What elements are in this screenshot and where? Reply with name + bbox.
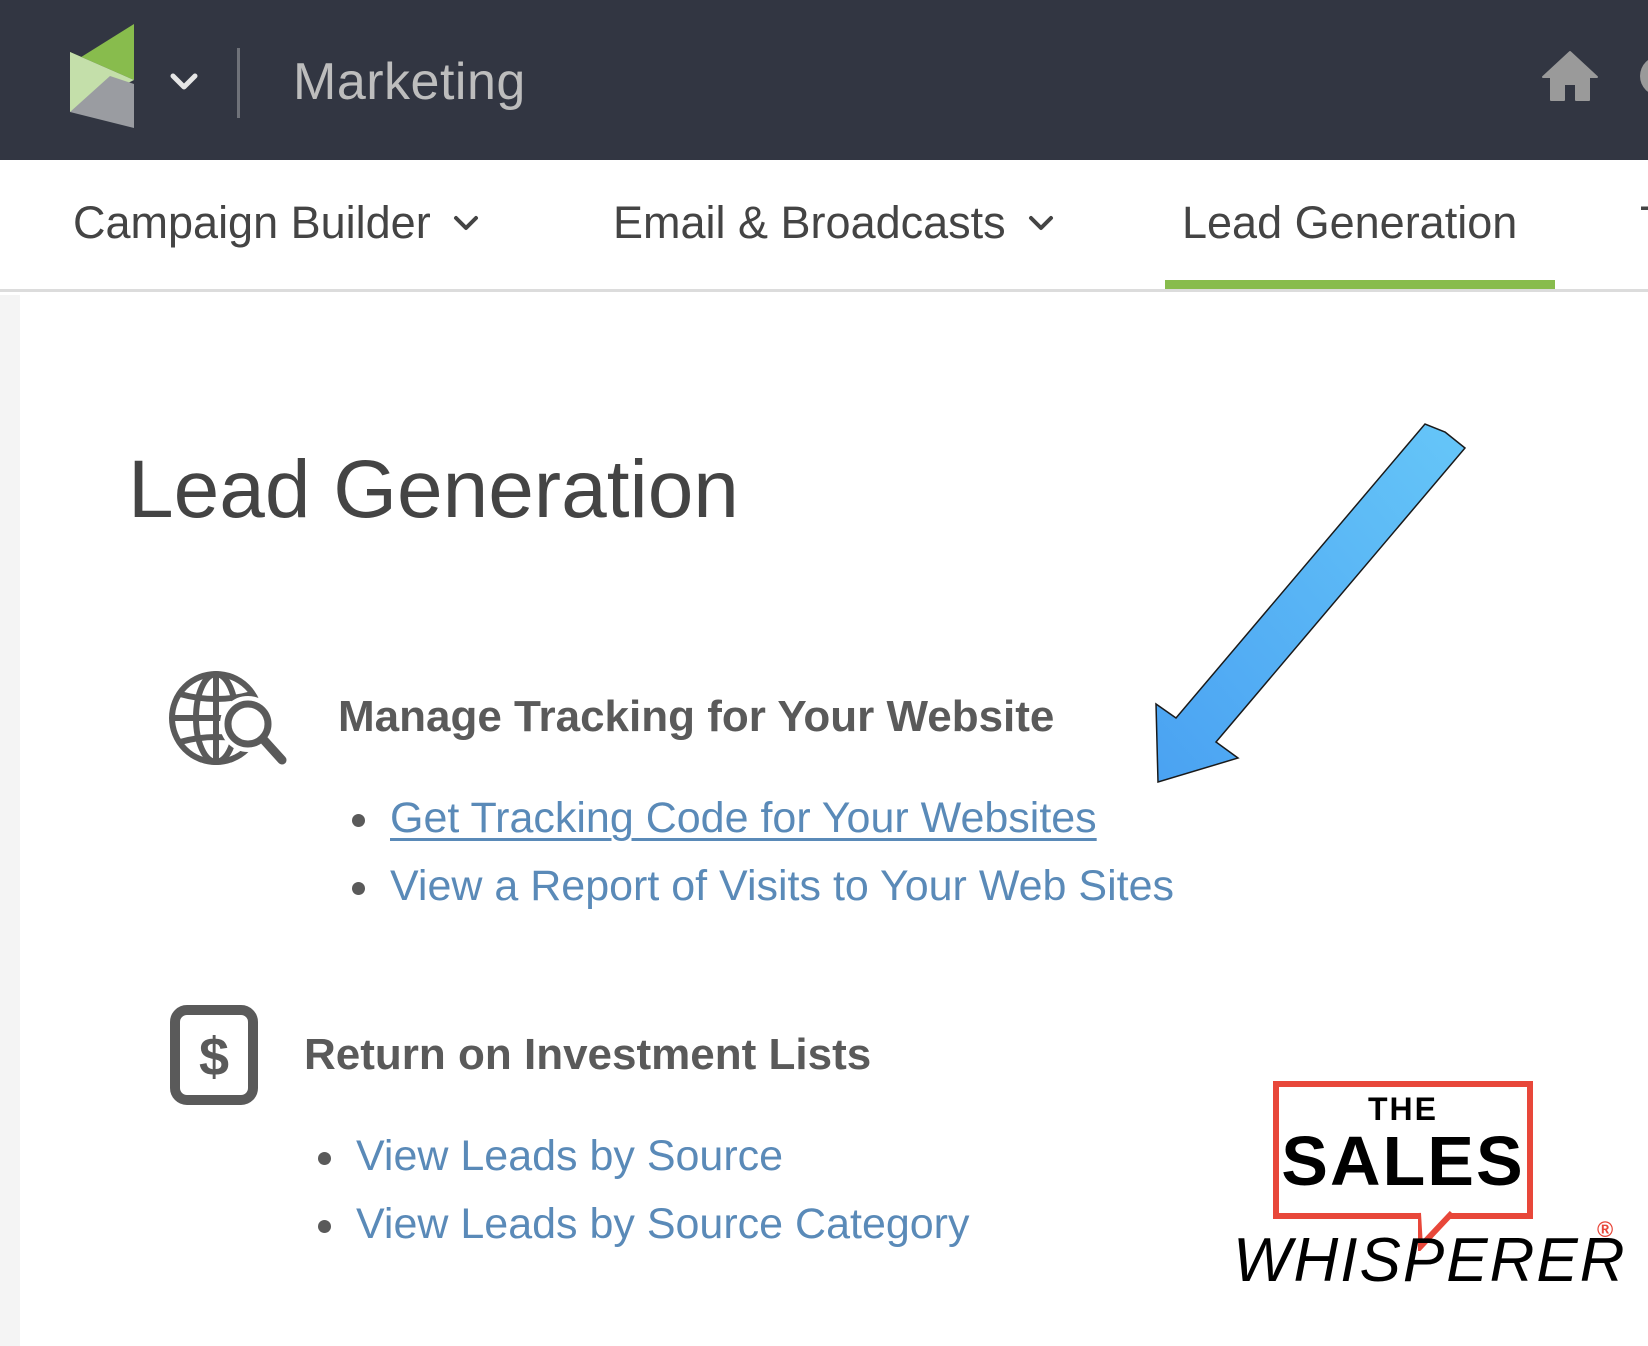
logo-text-sales: SALES	[1281, 1122, 1525, 1200]
brand-logo-icon[interactable]	[70, 24, 138, 128]
registered-mark: ®	[1597, 1217, 1614, 1242]
chevron-down-icon	[453, 216, 478, 230]
app-title: Marketing	[293, 53, 526, 111]
tab-label: T	[1640, 197, 1648, 249]
annotation-arrow-icon	[1155, 423, 1467, 784]
section-heading-roi: Return on Investment Lists	[304, 1030, 872, 1079]
dollar-icon: $	[170, 1005, 258, 1105]
roi-links: View Leads by Source View Leads by Sourc…	[318, 1122, 970, 1258]
get-tracking-code-link[interactable]: Get Tracking Code for Your Websites	[390, 794, 1097, 842]
visits-report-link[interactable]: View a Report of Visits to Your Web Site…	[390, 862, 1174, 910]
nav-tabbar: Campaign Builder Email & Broadcasts Lead…	[0, 160, 1648, 292]
globe-search-icon	[169, 671, 287, 765]
bullet	[318, 1152, 331, 1165]
sales-whisperer-logo: THE SALES WHISPERER ®	[1225, 1075, 1625, 1305]
active-tab-indicator	[1165, 280, 1555, 289]
tracking-links: Get Tracking Code for Your Websites View…	[352, 784, 1174, 920]
tab-lead-generation[interactable]: Lead Generation	[1182, 188, 1517, 258]
tab-label: Email & Broadcasts	[613, 197, 1006, 248]
speech-bubble: THE SALES	[1273, 1081, 1533, 1219]
header-divider	[237, 48, 240, 118]
logo-text-whisperer: WHISPERER	[1233, 1226, 1627, 1295]
svg-text:$: $	[199, 1027, 229, 1087]
leads-by-source-category-link[interactable]: View Leads by Source Category	[356, 1200, 970, 1248]
bullet	[352, 882, 365, 895]
list-item: View Leads by Source Category	[318, 1190, 970, 1258]
tab-label: Lead Generation	[1182, 197, 1518, 248]
home-icon[interactable]	[1541, 50, 1599, 102]
tab-email-broadcasts[interactable]: Email & Broadcasts	[613, 188, 1054, 258]
tab-label: Campaign Builder	[73, 197, 431, 248]
tab-partial[interactable]: T	[1640, 188, 1648, 258]
tab-campaign-builder[interactable]: Campaign Builder	[73, 188, 479, 258]
chevron-down-icon	[1028, 216, 1053, 230]
list-item: View Leads by Source	[318, 1122, 970, 1190]
header-icon-partial[interactable]	[1640, 56, 1648, 96]
chevron-down-icon[interactable]	[168, 70, 200, 94]
list-item: View a Report of Visits to Your Web Site…	[352, 852, 1174, 920]
bullet	[352, 814, 365, 827]
bullet	[318, 1220, 331, 1233]
page-title: Lead Generation	[128, 444, 739, 535]
leads-by-source-link[interactable]: View Leads by Source	[356, 1132, 783, 1180]
section-heading-tracking: Manage Tracking for Your Website	[338, 692, 1055, 741]
top-header: Marketing	[0, 0, 1648, 160]
list-item: Get Tracking Code for Your Websites	[352, 784, 1174, 852]
left-gutter	[0, 295, 20, 1346]
